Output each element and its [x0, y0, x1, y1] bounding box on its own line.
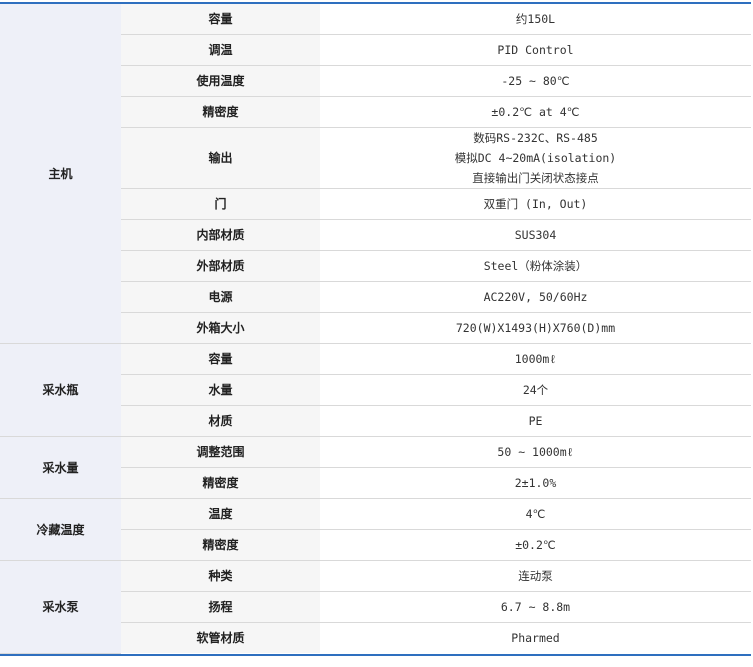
table-row: 采水瓶 容量 1000mℓ — [0, 343, 751, 437]
row-value: 4℃ — [320, 498, 751, 530]
table-row: 冷藏温度 温度 4℃ — [0, 498, 751, 561]
table-row: 采水泵 种类 连动泵 — [0, 560, 751, 654]
row-label: 输出 — [121, 127, 320, 189]
row-label: 材质 — [121, 405, 320, 437]
table-row: 采水量 调整范围 50 ~ 1000mℓ — [0, 436, 751, 499]
row-label: 外箱大小 — [121, 312, 320, 344]
row-label: 内部材质 — [121, 219, 320, 251]
group-label-pump: 采水泵 — [0, 560, 121, 654]
row-value: 720(W)X1493(H)X760(D)mm — [320, 312, 751, 344]
row-value: SUS304 — [320, 219, 751, 251]
row-label: 使用温度 — [121, 65, 320, 97]
spec-table-frame: 主机 容量 约150L 调温 PID Control 使用温度 -25 ~ 80… — [0, 2, 751, 656]
group-label-cold: 冷藏温度 — [0, 498, 121, 561]
row-value: 6.7 ~ 8.8m — [320, 591, 751, 623]
row-label: 精密度 — [121, 529, 320, 561]
row-label: 外部材质 — [121, 250, 320, 282]
output-line-contact: 直接输出门关闭状态接点 — [472, 171, 599, 185]
table-row: 主机 容量 约150L — [0, 4, 751, 344]
row-label: 精密度 — [121, 467, 320, 499]
row-value: AC220V, 50/60Hz — [320, 281, 751, 313]
row-value: 1000mℓ — [320, 343, 751, 375]
row-label: 调整范围 — [121, 436, 320, 468]
row-value: Pharmed — [320, 622, 751, 653]
row-value: 双重门 (In, Out) — [320, 188, 751, 220]
row-label: 扬程 — [121, 591, 320, 623]
row-label: 种类 — [121, 560, 320, 592]
row-value: 约150L — [320, 4, 751, 35]
row-label: 调温 — [121, 34, 320, 66]
row-label: 软管材质 — [121, 622, 320, 653]
group-label-main: 主机 — [0, 4, 121, 344]
row-value: Steel（粉体涂装） — [320, 250, 751, 282]
row-value: PE — [320, 405, 751, 437]
row-label: 精密度 — [121, 96, 320, 128]
row-label: 水量 — [121, 374, 320, 406]
row-label: 门 — [121, 188, 320, 220]
row-value: -25 ~ 80℃ — [320, 65, 751, 97]
output-line-digital: 数码RS-232C、RS-485 — [473, 131, 598, 145]
row-label: 电源 — [121, 281, 320, 313]
row-value: 2±1.0% — [320, 467, 751, 499]
group-label-volume: 采水量 — [0, 436, 121, 499]
output-line-analog: 模拟DC 4~20mA(isolation) — [454, 151, 617, 165]
row-value: PID Control — [320, 34, 751, 66]
row-label: 容量 — [121, 343, 320, 375]
row-value: 24个 — [320, 374, 751, 406]
row-label: 容量 — [121, 4, 320, 35]
spec-table: 主机 容量 约150L 调温 PID Control 使用温度 -25 ~ 80… — [0, 4, 751, 654]
row-value: 连动泵 — [320, 560, 751, 592]
row-value: ±0.2℃ — [320, 529, 751, 561]
row-value: ±0.2℃ at 4℃ — [320, 96, 751, 128]
group-label-bottle: 采水瓶 — [0, 343, 121, 437]
row-value: 50 ~ 1000mℓ — [320, 436, 751, 468]
row-label: 温度 — [121, 498, 320, 530]
row-value-multiline: 数码RS-232C、RS-485 模拟DC 4~20mA(isolation) … — [320, 127, 751, 189]
